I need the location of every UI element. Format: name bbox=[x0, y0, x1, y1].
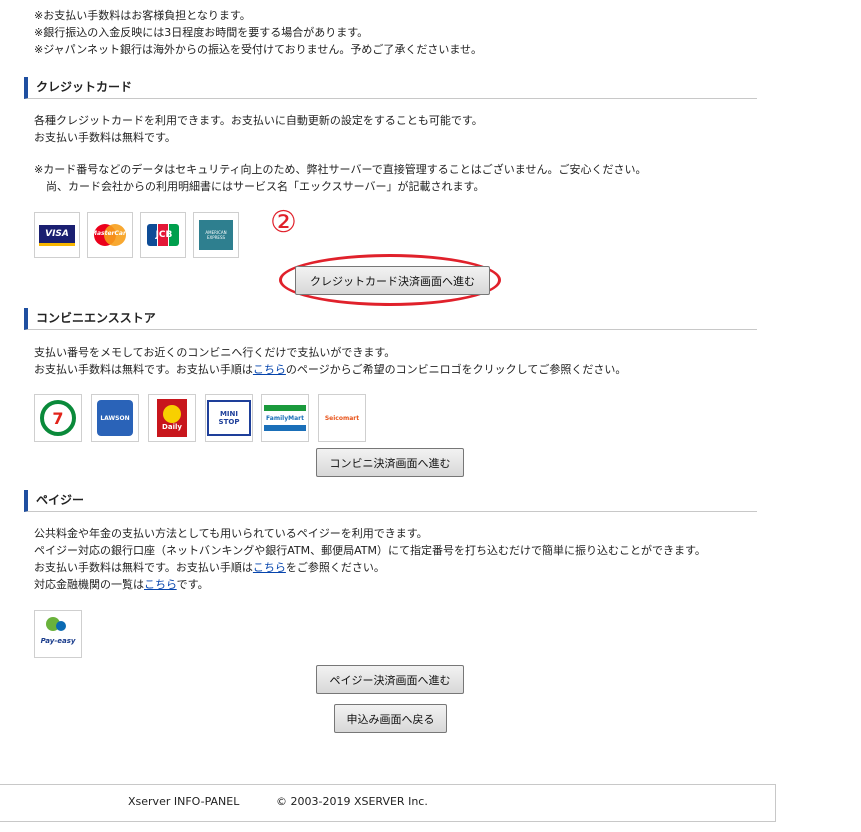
note-japannet: ※ジャパンネット銀行は海外からの振込を受付けておりません。予めご了承くださいませ… bbox=[34, 43, 483, 56]
payeasy-procedure-link[interactable]: こちら bbox=[253, 561, 286, 574]
daily-yamazaki-logo[interactable]: Daily bbox=[148, 394, 196, 442]
payeasy-desc-4: 対応金融機関の一覧はこちらです。 bbox=[34, 578, 209, 591]
payeasy-heading: ペイジー bbox=[24, 490, 757, 512]
step-2-marker: ② bbox=[270, 205, 297, 240]
footer-copyright: © 2003-2019 XSERVER Inc. bbox=[276, 795, 428, 808]
konbini-procedure-link[interactable]: こちら bbox=[253, 363, 286, 376]
konbini-desc-2: お支払い手数料は無料です。お支払い手順はこちらのページからご希望のコンビニロゴを… bbox=[34, 363, 627, 376]
note-transfer-delay: ※銀行振込の入金反映には3日程度お時間を要する場合があります。 bbox=[34, 26, 369, 39]
credit-card-checkout-button[interactable]: クレジットカード決済画面へ進む bbox=[295, 266, 490, 295]
credit-note-2: 尚、カード会社からの利用明細書にはサービス名「エックスサーバー」が記載されます。 bbox=[46, 180, 485, 193]
konbini-desc-1: 支払い番号をメモしてお近くのコンビニへ行くだけで支払いができます。 bbox=[34, 346, 396, 359]
ministop-logo[interactable]: MINI STOP bbox=[205, 394, 253, 442]
credit-desc-2: お支払い手数料は無料です。 bbox=[34, 131, 176, 144]
payeasy-checkout-button[interactable]: ペイジー決済画面へ進む bbox=[316, 665, 464, 694]
seicomart-logo[interactable]: Seicomart bbox=[318, 394, 366, 442]
back-to-application-button[interactable]: 申込み画面へ戻る bbox=[334, 704, 447, 733]
visa-logo: VISA bbox=[34, 212, 80, 258]
payeasy-logo: Pay-easy bbox=[34, 610, 82, 658]
familymart-logo[interactable]: FamilyMart bbox=[261, 394, 309, 442]
credit-card-heading: クレジットカード bbox=[24, 77, 757, 99]
note-fee: ※お支払い手数料はお客様負担となります。 bbox=[34, 9, 251, 22]
lawson-logo[interactable]: LAWSON bbox=[91, 394, 139, 442]
mastercard-logo: MasterCard bbox=[87, 212, 133, 258]
payeasy-desc-3: お支払い手数料は無料です。お支払い手順はこちらをご参照ください。 bbox=[34, 561, 385, 574]
credit-note-1: ※カード番号などのデータはセキュリティ向上のため、弊社サーバーで直接管理すること… bbox=[34, 163, 647, 176]
amex-logo: AMERICAN EXPRESS bbox=[193, 212, 239, 258]
seven-eleven-logo[interactable]: 7 bbox=[34, 394, 82, 442]
footer: Xserver INFO-PANEL © 2003-2019 XSERVER I… bbox=[0, 784, 776, 822]
konbini-checkout-button[interactable]: コンビニ決済画面へ進む bbox=[316, 448, 464, 477]
konbini-heading: コンビニエンスストア bbox=[24, 308, 757, 330]
financial-institutions-link[interactable]: こちら bbox=[144, 578, 177, 591]
footer-product: Xserver INFO-PANEL bbox=[128, 795, 240, 808]
jcb-logo: JCB bbox=[140, 212, 186, 258]
payeasy-desc-2: ペイジー対応の銀行口座（ネットバンキングや銀行ATM、郵便局ATM）にて指定番号… bbox=[34, 544, 706, 557]
credit-desc-1: 各種クレジットカードを利用できます。お支払いに自動更新の設定をすることも可能です… bbox=[34, 114, 483, 127]
payeasy-desc-1: 公共料金や年金の支払い方法としても用いられているペイジーを利用できます。 bbox=[34, 527, 428, 540]
